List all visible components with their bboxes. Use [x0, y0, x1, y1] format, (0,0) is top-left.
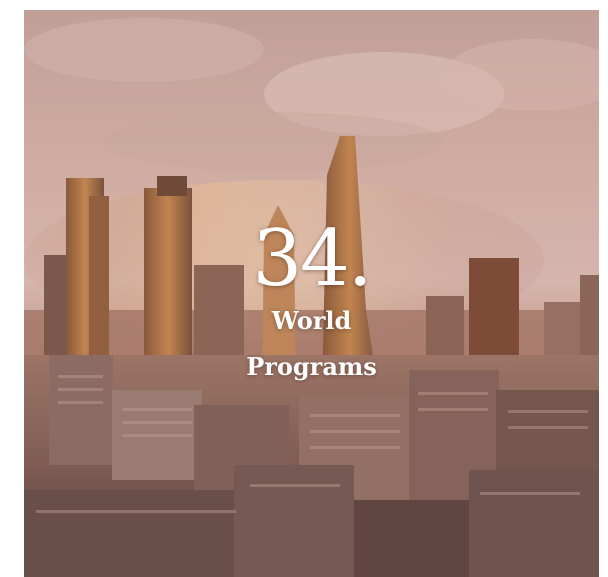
stat-card: 34. World Programs: [24, 10, 599, 577]
stat-label-line-2: Programs: [246, 352, 377, 381]
stat-label-line-1: World: [271, 306, 352, 335]
stat-overlay: 34. World Programs: [24, 220, 599, 390]
stat-number: 34.: [252, 214, 372, 304]
